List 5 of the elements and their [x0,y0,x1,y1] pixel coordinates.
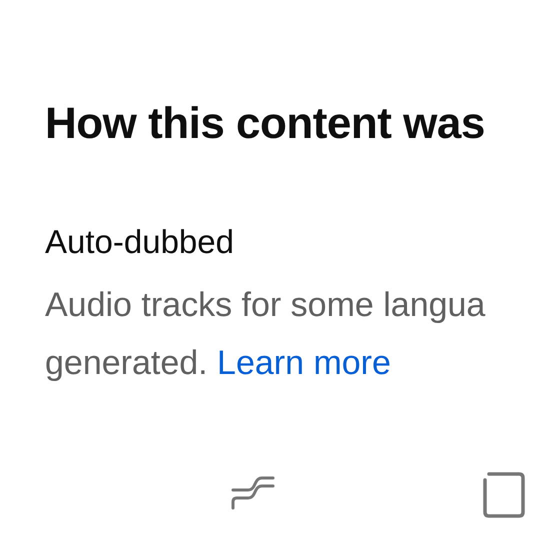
section-heading: Auto-dubbed [45,222,234,262]
square-icon[interactable] [481,470,527,520]
sheet-title: How this content was [45,98,485,150]
learn-more-link[interactable]: Learn more [217,344,391,382]
description-text: Audio tracks for some langua generated. Learn more [45,285,486,384]
